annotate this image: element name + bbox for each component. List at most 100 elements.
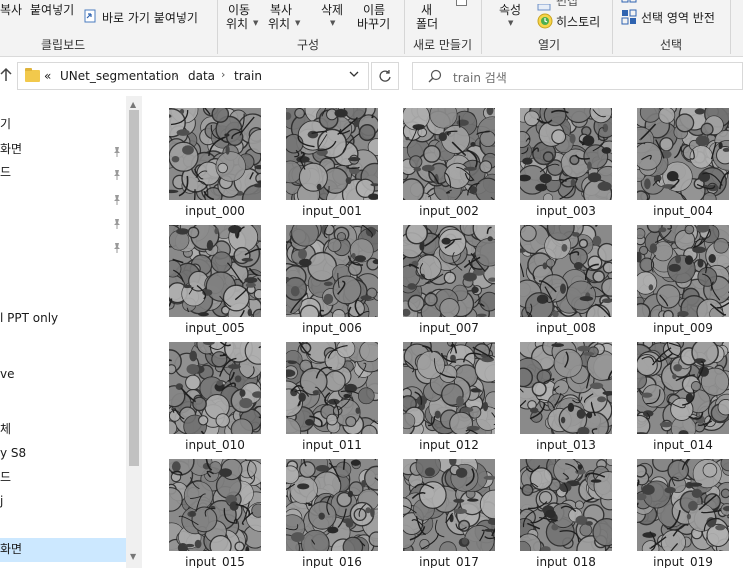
sidebar-item[interactable]: 화면 xyxy=(0,538,126,560)
image-thumbnail xyxy=(637,459,729,551)
address-bar[interactable]: « UNet_segmentation › data › train xyxy=(17,62,369,90)
sidebar-item[interactable]: j xyxy=(0,490,126,512)
file-item[interactable]: input_004 xyxy=(631,98,735,218)
organize-group-label: 구성 xyxy=(297,38,320,52)
image-thumbnail xyxy=(403,342,495,434)
file-item[interactable]: input_016 xyxy=(280,449,384,568)
paste-shortcut-button[interactable]: 바로 가기 붙여넣기 xyxy=(102,9,198,26)
edit-icon xyxy=(537,0,551,14)
pin-icon[interactable] xyxy=(112,143,122,157)
image-thumbnail xyxy=(637,108,729,200)
pin-icon[interactable] xyxy=(112,215,122,229)
file-name-label: input_016 xyxy=(302,555,362,568)
sidebar-item[interactable] xyxy=(0,234,126,256)
sidebar-item-label: ve xyxy=(0,367,15,381)
image-thumbnail xyxy=(403,108,495,200)
sidebar-item[interactable] xyxy=(0,210,126,232)
file-item[interactable]: input_008 xyxy=(514,215,618,335)
image-thumbnail xyxy=(520,459,612,551)
pin-icon[interactable] xyxy=(112,239,122,253)
sidebar-item[interactable]: l PPT only xyxy=(0,307,126,329)
pin-icon[interactable] xyxy=(112,191,122,205)
search-icon xyxy=(427,69,443,85)
breadcrumb-data[interactable]: data xyxy=(188,69,215,83)
image-thumbnail xyxy=(169,459,261,551)
invert-selection-button[interactable]: 선택 영역 반전 xyxy=(641,9,715,26)
history-button[interactable]: 히스토리 xyxy=(556,13,600,30)
file-item[interactable]: input_006 xyxy=(280,215,384,335)
scroll-down-icon[interactable]: ▼ xyxy=(130,552,136,561)
up-arrow-icon[interactable] xyxy=(0,67,14,85)
chevron-down-icon: ▼ xyxy=(253,19,259,27)
breadcrumb-separator[interactable]: › xyxy=(221,68,225,81)
file-name-label: input_015 xyxy=(185,555,245,568)
search-input[interactable]: train 검색 xyxy=(453,69,507,86)
image-thumbnail xyxy=(286,225,378,317)
sidebar-item-label: l PPT only xyxy=(0,311,59,325)
clipboard-group-label: 클립보드 xyxy=(41,38,86,52)
new-folder-label-line2: 폴더 xyxy=(416,17,439,31)
image-thumbnail xyxy=(637,342,729,434)
breadcrumb-train[interactable]: train xyxy=(234,69,262,83)
sidebar-item[interactable]: 화면 xyxy=(0,138,126,160)
chevron-down-icon: ▼ xyxy=(330,19,336,27)
refresh-icon xyxy=(379,70,391,82)
sidebar-item[interactable]: ve xyxy=(0,363,126,385)
chevron-down-icon[interactable] xyxy=(348,68,360,83)
file-item[interactable]: input_010 xyxy=(163,332,267,452)
file-item[interactable]: input_014 xyxy=(631,332,735,452)
scrollbar-thumb[interactable] xyxy=(129,110,139,466)
sidebar-scrollbar[interactable]: ▲ ▼ xyxy=(126,96,142,568)
file-item[interactable]: input_002 xyxy=(397,98,501,218)
sidebar-item-label: j xyxy=(0,494,4,508)
copy-button[interactable]: 복사 xyxy=(0,1,22,18)
sidebar-item[interactable]: 체 xyxy=(0,418,126,440)
sidebar-item[interactable]: 기 xyxy=(0,113,126,135)
image-thumbnail xyxy=(286,459,378,551)
image-thumbnail xyxy=(637,225,729,317)
folder-icon xyxy=(25,68,40,82)
file-item[interactable]: input_017 xyxy=(397,449,501,568)
invert-selection-icon xyxy=(621,9,637,28)
file-item[interactable]: input_005 xyxy=(163,215,267,335)
sidebar-item-label: 드 xyxy=(0,470,12,484)
new-item-icon[interactable] xyxy=(456,0,467,6)
sidebar-item[interactable]: 드 xyxy=(0,161,126,183)
refresh-button[interactable] xyxy=(371,62,399,90)
sidebar-item-label: 드 xyxy=(0,165,12,179)
copy-to-label-line2: 위치 xyxy=(268,17,291,31)
paste-button[interactable]: 붙여넣기 xyxy=(30,1,74,18)
file-item[interactable]: input_009 xyxy=(631,215,735,335)
sidebar-item[interactable]: y S8 xyxy=(0,442,126,464)
file-item[interactable]: input_015 xyxy=(163,449,267,568)
file-item[interactable]: input_001 xyxy=(280,98,384,218)
file-item[interactable]: input_000 xyxy=(163,98,267,218)
ribbon-divider xyxy=(404,0,405,54)
breadcrumb-unet-segmentation[interactable]: UNet_segmentation xyxy=(60,69,179,83)
select-all-icon xyxy=(621,0,637,9)
file-name-label: input_018 xyxy=(536,555,596,568)
sidebar-item[interactable]: 드 xyxy=(0,466,126,488)
file-item[interactable]: input_003 xyxy=(514,98,618,218)
breadcrumb-overflow[interactable]: « xyxy=(44,69,51,83)
image-thumbnail xyxy=(403,459,495,551)
image-thumbnail xyxy=(286,342,378,434)
sidebar-item[interactable] xyxy=(0,186,126,208)
history-icon xyxy=(537,13,553,32)
file-item[interactable]: input_012 xyxy=(397,332,501,452)
file-item[interactable]: input_018 xyxy=(514,449,618,568)
breadcrumb-separator[interactable]: › xyxy=(174,68,178,81)
search-box[interactable]: train 검색 xyxy=(412,62,743,90)
file-item[interactable]: input_007 xyxy=(397,215,501,335)
sidebar-item-label: 체 xyxy=(0,422,12,436)
chevron-down-icon: ▼ xyxy=(295,19,301,27)
edit-button[interactable]: 편집 xyxy=(556,0,578,9)
new-group-label: 새로 만들기 xyxy=(413,38,473,52)
pin-icon[interactable] xyxy=(112,166,122,180)
rename-label-line2: 바꾸기 xyxy=(357,17,391,31)
scroll-up-icon[interactable]: ▲ xyxy=(130,100,136,109)
file-item[interactable]: input_013 xyxy=(514,332,618,452)
image-thumbnail xyxy=(169,225,261,317)
file-item[interactable]: input_019 xyxy=(631,449,735,568)
file-item[interactable]: input_011 xyxy=(280,332,384,452)
